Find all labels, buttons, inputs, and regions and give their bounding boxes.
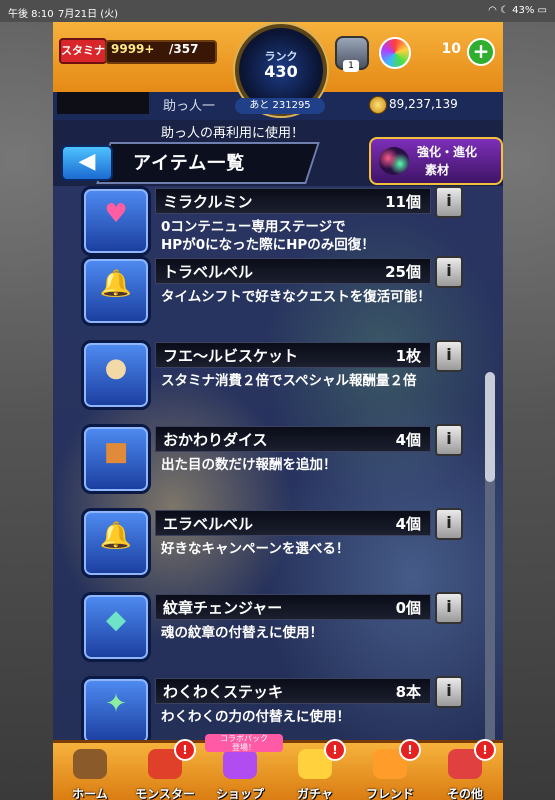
item-glyph: 🔔 bbox=[99, 521, 133, 551]
item-glyph: ♥ bbox=[104, 199, 128, 229]
dice-icon: ■ bbox=[81, 424, 151, 494]
battery-percent: 43% bbox=[512, 5, 535, 16]
orb-icon bbox=[379, 37, 411, 69]
item-name: わくわくステッキ bbox=[163, 683, 284, 701]
item-count: 25個 bbox=[385, 263, 421, 281]
nav-item[interactable]: その他! bbox=[428, 739, 502, 800]
item-count: 4個 bbox=[395, 515, 421, 533]
item-description: 好きなキャンペーンを選べる！ bbox=[161, 541, 350, 557]
item-info-button[interactable]: i bbox=[435, 186, 463, 218]
nav-item[interactable]: フレンド! bbox=[353, 739, 427, 800]
nav-label: ホーム bbox=[72, 787, 108, 800]
item-row[interactable]: ■ おかわりダイス 4個出た目の数だけ報酬を追加！ i bbox=[79, 420, 463, 502]
coin-count: 89,237,139 bbox=[389, 97, 458, 111]
nav-label: その他 bbox=[446, 787, 483, 800]
item-description: 出た目の数だけ報酬を追加！ bbox=[161, 457, 337, 473]
nav-label: ショップ bbox=[215, 787, 264, 800]
item-count: 1枚 bbox=[395, 347, 421, 365]
nav-label: ガチャ bbox=[297, 787, 333, 800]
item-description: スタミナ消費２倍でスペシャル報酬量２倍 bbox=[161, 373, 417, 389]
item-count: 8本 bbox=[395, 683, 421, 701]
rank-value: 430 bbox=[264, 62, 298, 81]
item-name: フエ〜ルビスケット bbox=[163, 347, 299, 365]
travel-bell-icon: 🔔 bbox=[81, 256, 151, 326]
stamina-value: 9999+ bbox=[111, 42, 155, 56]
item-row[interactable]: 🔔 エラベルベル 4個好きなキャンペーンを選べる！ i bbox=[79, 504, 463, 586]
nav-item[interactable]: ホーム bbox=[53, 743, 127, 800]
item-glyph: ● bbox=[104, 353, 128, 383]
stamina-max: /357 bbox=[169, 42, 199, 56]
item-name: おかわりダイス bbox=[163, 431, 268, 449]
emblem-icon: ◆ bbox=[81, 592, 151, 662]
game-screen: スタミナ 9999+ /357 1 10 + ランク 430 あと 231295… bbox=[53, 22, 503, 800]
nav-label: モンスター bbox=[135, 787, 195, 800]
nav-item[interactable]: モンスター! bbox=[128, 739, 202, 800]
alert-badge: ! bbox=[174, 739, 196, 761]
helper-count: 1 bbox=[343, 60, 359, 72]
rank-next-exp: あと 231295 bbox=[235, 98, 325, 114]
nav-item[interactable]: ガチャ! bbox=[278, 739, 352, 800]
nav-icon bbox=[73, 749, 107, 779]
buy-orbs-button[interactable]: + bbox=[467, 38, 495, 66]
redacted-area bbox=[57, 92, 149, 114]
evolve-orbs-icon bbox=[379, 147, 409, 175]
gold-bell-icon: 🔔 bbox=[81, 508, 151, 578]
item-description: わくわくの力の付替えに使用！ bbox=[161, 709, 350, 725]
stamina-label: スタミナ bbox=[59, 38, 107, 64]
item-info-button[interactable]: i bbox=[435, 340, 463, 372]
item-row[interactable]: 🔔 トラベルベル 25個タイムシフトで好きなクエストを復活可能！ i bbox=[79, 252, 463, 334]
alert-badge: ! bbox=[474, 739, 496, 761]
item-info-button[interactable]: i bbox=[435, 592, 463, 624]
wand-icon: ✦ bbox=[81, 676, 151, 746]
heart-potion-icon: ♥ bbox=[81, 186, 151, 256]
item-info-button[interactable]: i bbox=[435, 256, 463, 288]
item-info-button[interactable]: i bbox=[435, 424, 463, 456]
nav-label: フレンド bbox=[365, 787, 414, 800]
item-description: タイムシフトで好きなクエストを復活可能！ bbox=[161, 289, 431, 305]
item-glyph: ◆ bbox=[106, 605, 126, 635]
item-info-button[interactable]: i bbox=[435, 676, 463, 708]
tablet-bezel-left bbox=[0, 0, 53, 800]
helper-title: 助っ人一 bbox=[163, 99, 216, 114]
status-time: 午後 8:10 bbox=[8, 9, 54, 20]
scrollbar-thumb[interactable] bbox=[485, 372, 495, 482]
partial-item-desc: 助っ人の再利用に使用！ bbox=[161, 126, 305, 141]
item-count: 4個 bbox=[395, 431, 421, 449]
item-name: エラベルベル bbox=[163, 515, 254, 533]
biscuit-icon: ● bbox=[81, 340, 151, 410]
item-name: 紋章チェンジャー bbox=[163, 599, 283, 617]
item-name: トラベルベル bbox=[163, 263, 254, 281]
evolve-materials-button[interactable]: 強化・進化 素材 bbox=[369, 137, 503, 185]
collab-pack-tag: コラボパック 登場！ bbox=[205, 734, 283, 752]
item-glyph: ✦ bbox=[105, 689, 127, 719]
nav-icon bbox=[223, 749, 257, 779]
wifi-icon: ◠ ☾ bbox=[488, 5, 513, 16]
back-button[interactable]: ◀ bbox=[61, 145, 113, 181]
item-count: 11個 bbox=[385, 193, 421, 211]
item-row[interactable]: ◆ 紋章チェンジャー 0個魂の紋章の付替えに使用！ i bbox=[79, 588, 463, 670]
item-info-button[interactable]: i bbox=[435, 508, 463, 540]
evolve-label: 強化・進化 bbox=[417, 145, 478, 159]
item-row[interactable]: ● フエ〜ルビスケット 1枚スタミナ消費２倍でスペシャル報酬量２倍 i bbox=[79, 336, 463, 418]
coin-icon bbox=[369, 96, 387, 114]
evolve-sublabel: 素材 bbox=[425, 163, 450, 177]
item-name: ミラクルミン bbox=[163, 193, 253, 211]
alert-badge: ! bbox=[324, 739, 346, 761]
item-glyph: ■ bbox=[103, 437, 129, 467]
tablet-bezel-right bbox=[502, 0, 555, 800]
battery-indicator: ◠ ☾ 43% ▭ bbox=[488, 5, 547, 16]
status-bar: 午後 8:10 7月21日 (火) ◠ ☾ 43% ▭ bbox=[0, 0, 555, 22]
item-glyph: 🔔 bbox=[99, 269, 133, 299]
item-description: 魂の紋章の付替えに使用！ bbox=[161, 625, 323, 641]
alert-badge: ! bbox=[399, 739, 421, 761]
item-description: 0コンテニュー専用ステージで HPが0になった際にHPのみ回復！ bbox=[161, 219, 375, 253]
item-count: 0個 bbox=[395, 599, 421, 617]
page-title: アイテム一覧 bbox=[133, 153, 246, 174]
status-date: 7月21日 (火) bbox=[58, 9, 119, 20]
orb-count: 10 bbox=[441, 41, 461, 57]
